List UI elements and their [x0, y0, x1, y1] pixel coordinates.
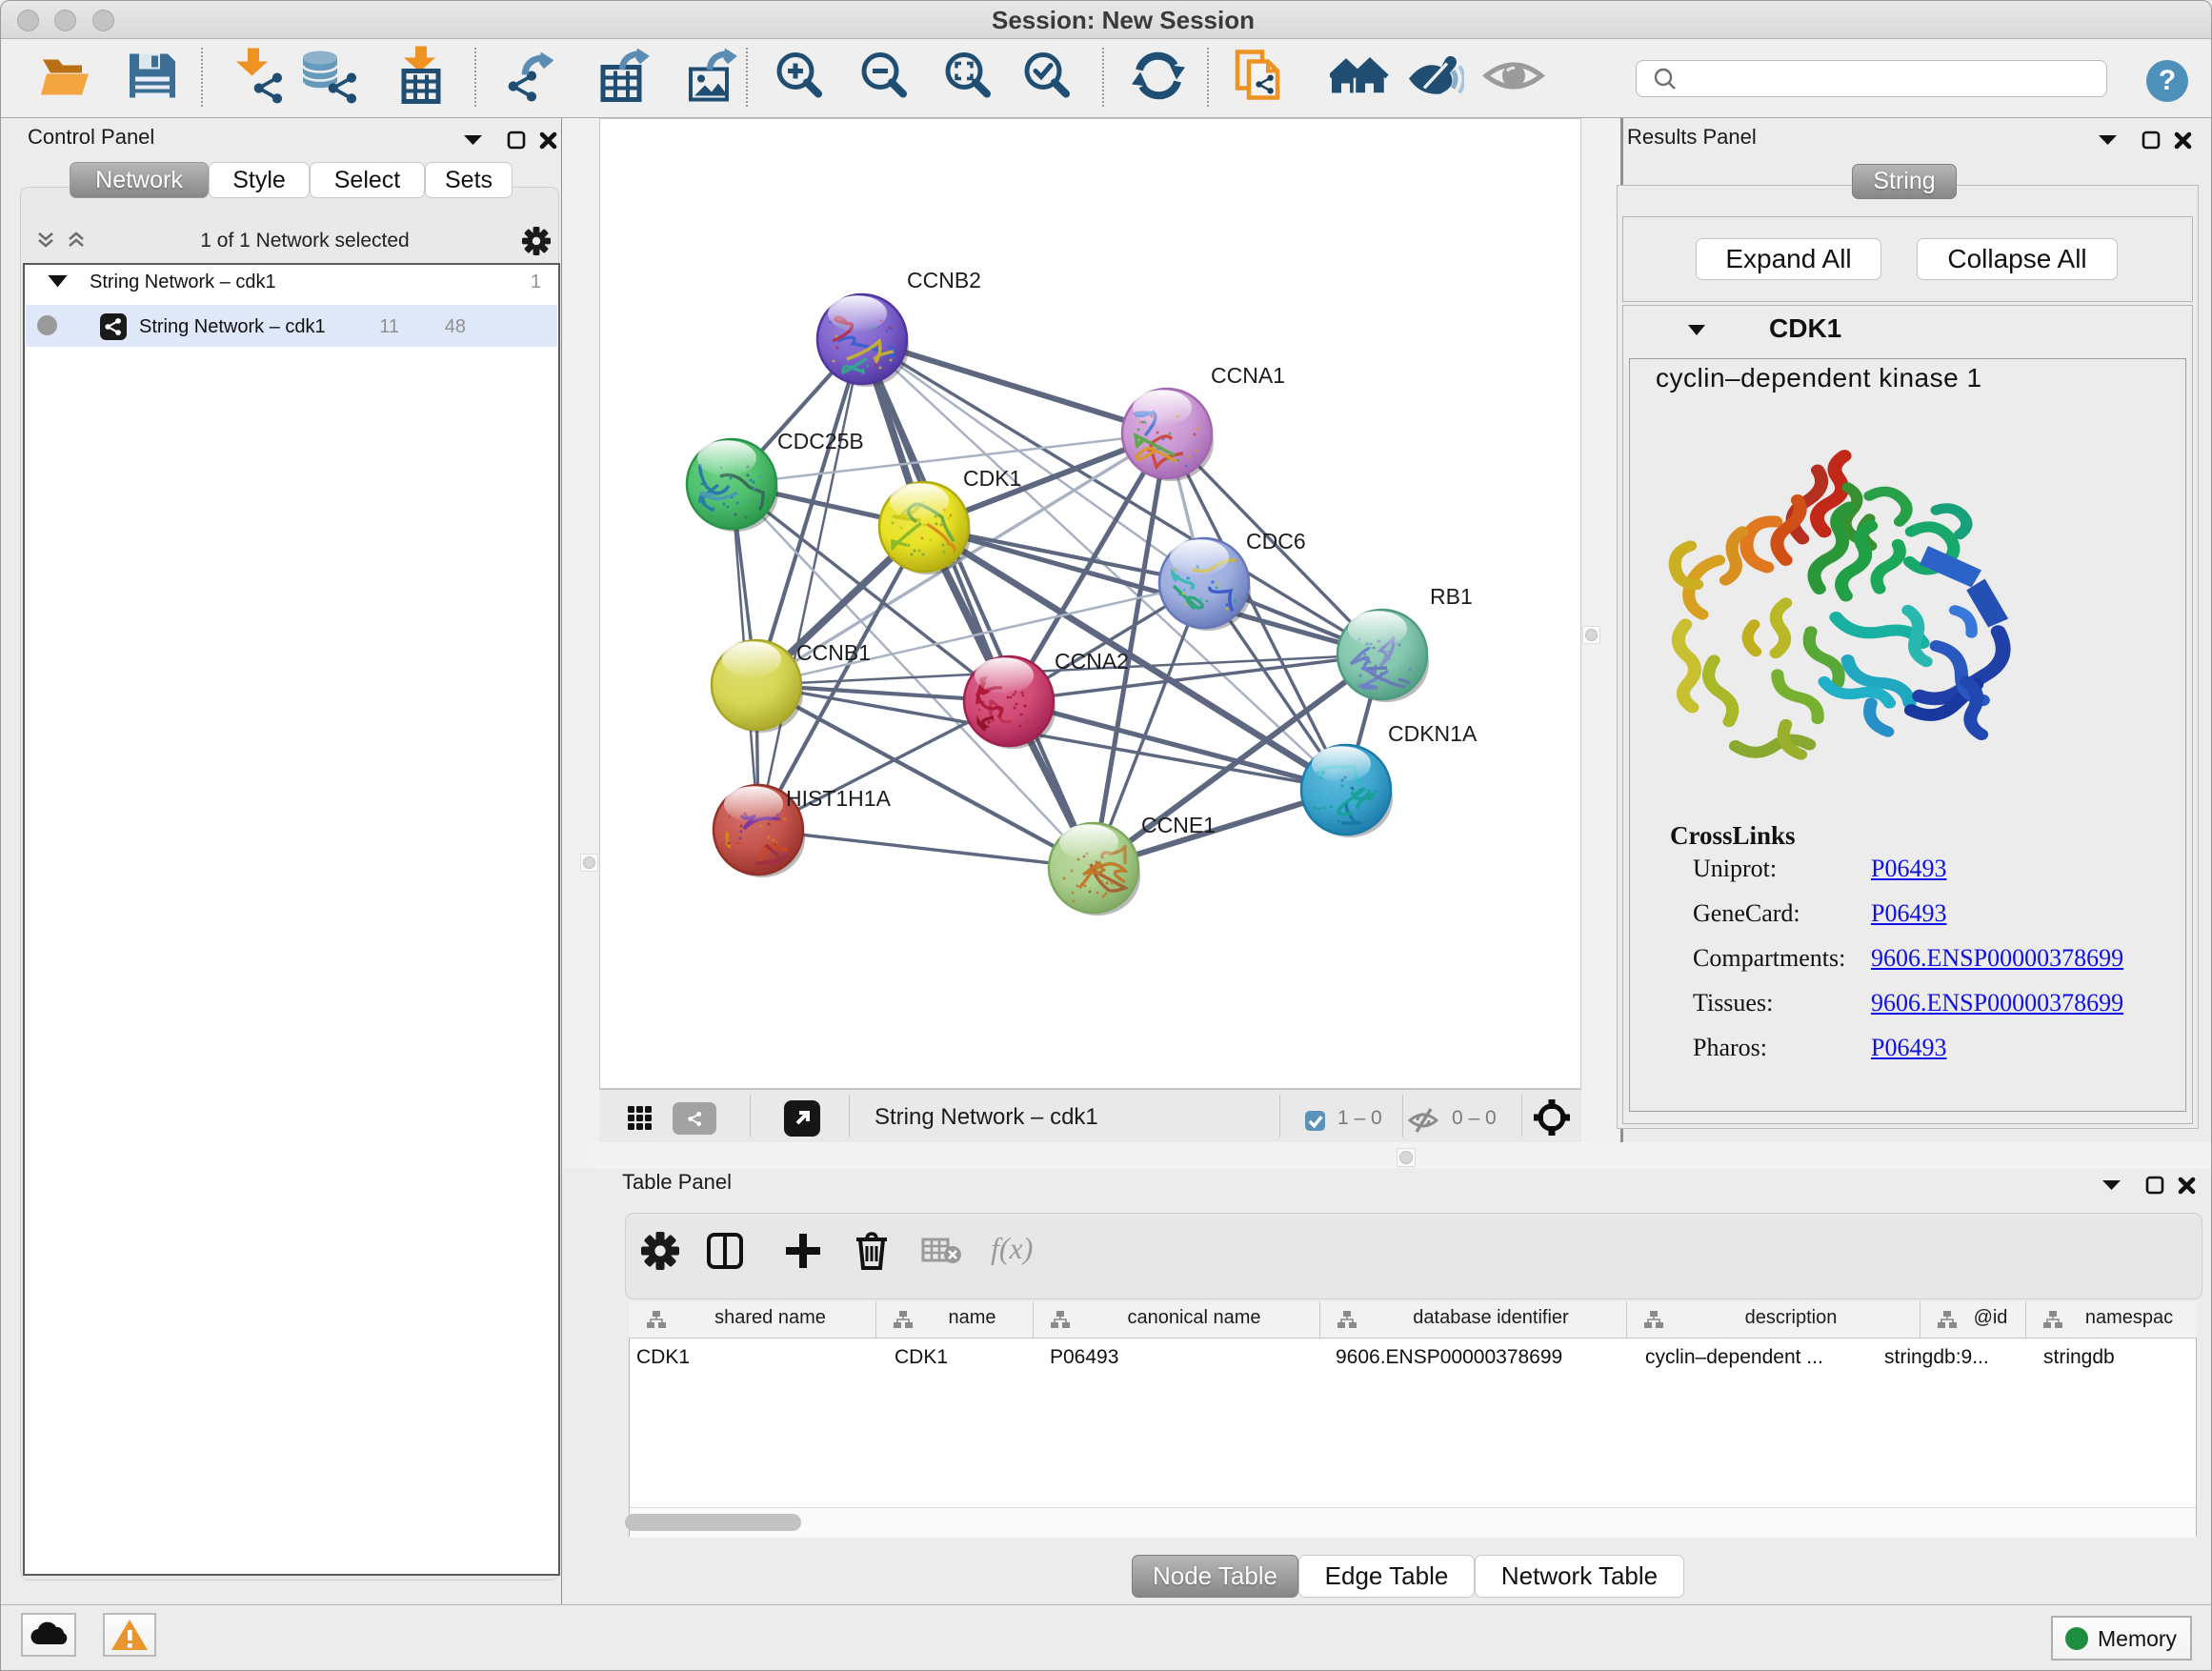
svg-text:CDC6: CDC6	[1246, 529, 1306, 554]
svg-text:CCNB1: CCNB1	[796, 640, 871, 665]
svg-text:CCNA2: CCNA2	[1055, 649, 1129, 674]
svg-text:HIST1H1A: HIST1H1A	[786, 786, 892, 811]
svg-text:CDKN1A: CDKN1A	[1388, 721, 1478, 746]
svg-text:CCNA1: CCNA1	[1211, 363, 1285, 388]
svg-text:CDK1: CDK1	[963, 466, 1021, 491]
svg-text:CCNB2: CCNB2	[907, 268, 981, 292]
svg-text:CDC25B: CDC25B	[777, 429, 864, 453]
svg-text:?: ?	[2159, 65, 2176, 96]
svg-text:CCNE1: CCNE1	[1141, 813, 1216, 837]
svg-text:RB1: RB1	[1430, 584, 1473, 609]
